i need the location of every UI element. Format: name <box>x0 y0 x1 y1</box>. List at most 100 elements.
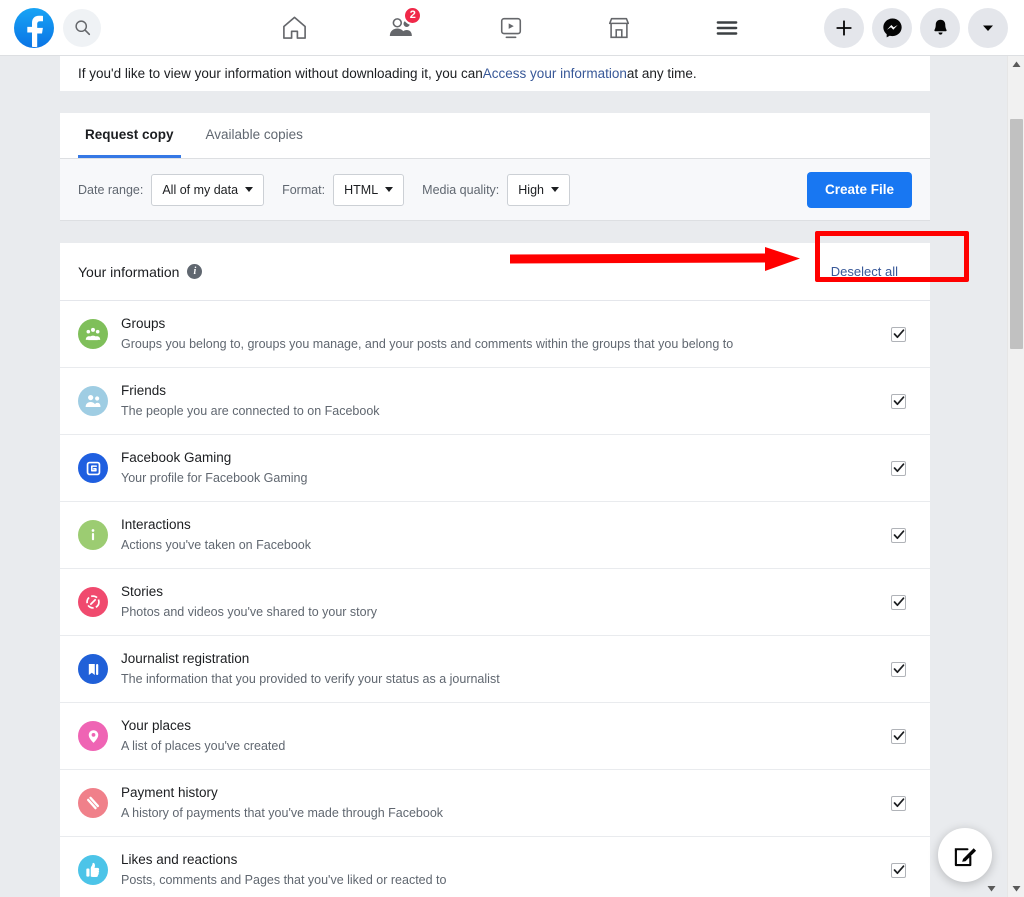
nav-tab-marketplace[interactable] <box>573 3 665 53</box>
interactions-icon <box>78 520 108 550</box>
spacer <box>60 91 930 113</box>
nav-tab-menu[interactable] <box>681 3 773 53</box>
information-row-checkbox[interactable] <box>891 729 906 744</box>
checkmark-icon <box>893 395 905 407</box>
journalist-icon <box>85 661 102 678</box>
home-icon <box>281 14 308 41</box>
nav-tab-watch[interactable] <box>465 3 557 53</box>
tab-available-copies-label: Available copies <box>206 127 303 142</box>
friends-icon <box>84 392 102 410</box>
media-quality-select[interactable]: High <box>507 174 570 206</box>
facebook-logo-icon[interactable] <box>14 8 54 48</box>
messenger-icon <box>882 17 903 38</box>
information-row[interactable]: Your placesA list of places you've creat… <box>60 703 930 770</box>
search-button[interactable] <box>63 9 101 47</box>
information-row-title: Groups <box>121 315 891 333</box>
date-range-select[interactable]: All of my data <box>151 174 264 206</box>
format-select[interactable]: HTML <box>333 174 404 206</box>
deselect-all-link[interactable]: Deselect all <box>831 264 898 279</box>
checkmark-icon <box>893 797 905 809</box>
inner-scroll-down-arrow[interactable] <box>983 880 1000 897</box>
information-row[interactable]: Facebook GamingYour profile for Facebook… <box>60 435 930 502</box>
information-row-description: Posts, comments and Pages that you've li… <box>121 871 891 889</box>
checkmark-icon <box>893 596 905 608</box>
scroll-up-arrow[interactable] <box>1008 56 1024 73</box>
places-icon <box>85 728 102 745</box>
create-file-button[interactable]: Create File <box>807 172 912 208</box>
info-icon[interactable]: i <box>187 264 202 279</box>
scroll-down-arrow[interactable] <box>1008 880 1024 897</box>
notifications-button[interactable] <box>920 8 960 48</box>
your-information-title: Your information i <box>78 264 202 280</box>
information-row[interactable]: Groups Groups you belong to, groups you m… <box>60 301 930 368</box>
information-row[interactable]: Journalist registration The information t… <box>60 636 930 703</box>
likes-icon <box>78 855 108 885</box>
information-row-title: Facebook Gaming <box>121 449 891 467</box>
information-row-description: A history of payments that you've made t… <box>121 804 891 822</box>
information-row-checkbox[interactable] <box>891 595 906 610</box>
caret-down-icon <box>1012 885 1021 892</box>
information-row[interactable]: InteractionsActions you've taken on Face… <box>60 502 930 569</box>
information-row-title: Journalist registration <box>121 650 891 668</box>
interactions-icon <box>84 526 102 544</box>
places-icon <box>78 721 108 751</box>
notice-text-before: If you'd like to view your information w… <box>78 66 483 81</box>
tab-available-copies[interactable]: Available copies <box>199 113 310 158</box>
information-row-checkbox[interactable] <box>891 327 906 342</box>
information-row-checkbox[interactable] <box>891 394 906 409</box>
journalist-icon <box>78 654 108 684</box>
information-row-checkbox[interactable] <box>891 662 906 677</box>
information-row[interactable]: StoriesPhotos and videos you've shared t… <box>60 569 930 636</box>
plus-icon <box>835 19 853 37</box>
page-scrollbar[interactable] <box>1007 56 1024 897</box>
main-content: If you'd like to view your information w… <box>60 56 930 897</box>
tab-request-copy-label: Request copy <box>85 127 174 142</box>
payment-icon <box>78 788 108 818</box>
information-row-text: Likes and reactionsPosts, comments and P… <box>121 851 891 889</box>
nav-tab-home[interactable] <box>248 3 340 53</box>
checkmark-icon <box>893 529 905 541</box>
information-row[interactable]: Likes and reactionsPosts, comments and P… <box>60 837 930 897</box>
stories-icon <box>84 593 102 611</box>
access-info-notice: If you'd like to view your information w… <box>60 56 930 91</box>
scrollbar-thumb[interactable] <box>1010 119 1023 349</box>
information-row-text: StoriesPhotos and videos you've shared t… <box>121 583 891 621</box>
stories-icon <box>78 587 108 617</box>
information-row-title: Your places <box>121 717 891 735</box>
messenger-button[interactable] <box>872 8 912 48</box>
tab-request-copy[interactable]: Request copy <box>78 113 181 158</box>
information-row-checkbox[interactable] <box>891 796 906 811</box>
account-menu-button[interactable] <box>968 8 1008 48</box>
your-information-label: Your information <box>78 264 179 280</box>
information-row-checkbox[interactable] <box>891 528 906 543</box>
groups-icon <box>84 325 102 343</box>
information-row-description: The information that you provided to ver… <box>121 670 891 688</box>
create-button[interactable] <box>824 8 864 48</box>
information-row-description: Groups you belong to, groups you manage,… <box>121 335 891 353</box>
information-row-checkbox[interactable] <box>891 863 906 878</box>
chevron-down-icon <box>980 20 996 36</box>
information-row-title: Interactions <box>121 516 891 534</box>
date-range-value: All of my data <box>162 183 238 197</box>
gaming-icon <box>85 460 102 477</box>
information-row[interactable]: FriendsThe people you are connected to o… <box>60 368 930 435</box>
information-rows-list: Groups Groups you belong to, groups you m… <box>60 301 930 897</box>
chevron-down-icon <box>385 187 393 192</box>
information-row[interactable]: Payment historyA history of payments tha… <box>60 770 930 837</box>
notice-text-after: at any time. <box>627 66 697 81</box>
information-row-text: Groups Groups you belong to, groups you m… <box>121 315 891 353</box>
compose-fab-button[interactable] <box>938 828 992 882</box>
information-row-text: InteractionsActions you've taken on Face… <box>121 516 891 554</box>
payment-icon <box>84 794 102 812</box>
your-information-card: Your information i Deselect all GroupsGr… <box>60 243 930 897</box>
facebook-top-navigation: 2 <box>0 0 1024 56</box>
topbar-left-group <box>0 8 101 48</box>
search-icon <box>74 19 91 36</box>
compose-icon <box>953 843 978 868</box>
access-your-information-link[interactable]: Access your information <box>483 66 627 81</box>
information-row-checkbox[interactable] <box>891 461 906 476</box>
nav-tab-friends[interactable]: 2 <box>356 3 448 53</box>
caret-down-icon <box>987 885 996 892</box>
date-range-label: Date range: <box>78 183 143 197</box>
media-quality-value: High <box>518 183 544 197</box>
